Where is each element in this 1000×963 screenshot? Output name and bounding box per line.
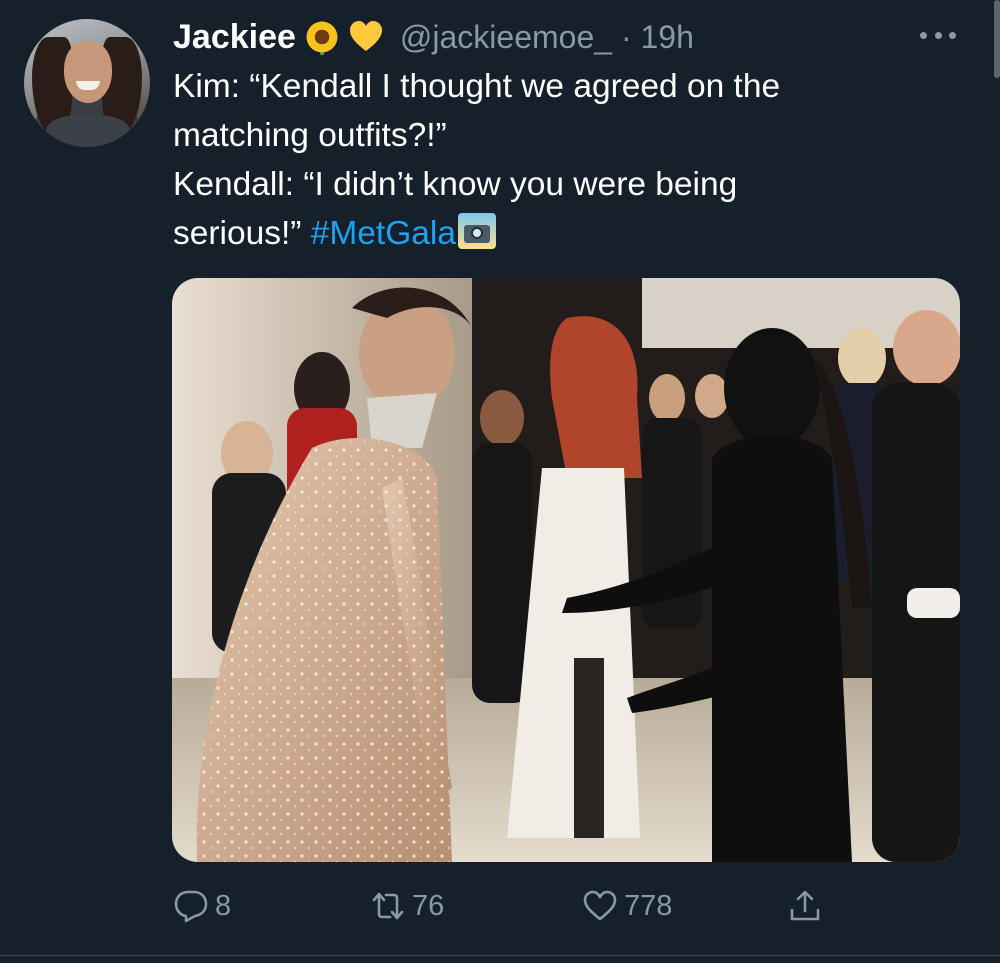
scrollbar[interactable] <box>994 0 1000 78</box>
display-name[interactable]: Jackiee <box>173 18 296 57</box>
tweet-header: Jackiee @jackieemoe_ · 19h <box>173 14 694 60</box>
sunflower-icon <box>303 19 340 55</box>
avatar-face <box>64 41 112 103</box>
handle[interactable]: @jackieemoe_ · 19h <box>400 19 694 56</box>
reply-icon <box>174 890 208 923</box>
tweet-text-line-last: serious!” #MetGala <box>173 209 953 258</box>
heart-icon <box>583 890 617 921</box>
avatar[interactable] <box>24 19 150 147</box>
tweet-text-line: Kim: “Kendall I thought we agreed on the <box>173 68 781 105</box>
retweet-icon <box>372 892 404 920</box>
yellow-heart-icon <box>348 19 384 55</box>
retweet-count: 76 <box>412 889 445 922</box>
tweet-text-line: Kendall: “I didn’t know you were being <box>173 166 738 203</box>
tweet-actions: 8 76 778 <box>0 882 1000 930</box>
share-icon <box>790 890 820 921</box>
handle-text[interactable]: @jackieemoe_ <box>400 19 612 55</box>
photo-illustration <box>172 278 960 862</box>
tweet-text-line: matching outfits?!” <box>173 117 447 154</box>
meta-separator: · <box>612 18 641 55</box>
timestamp[interactable]: 19h <box>640 19 693 55</box>
tweet-text-fragment: serious!” <box>173 215 311 252</box>
like-count: 778 <box>624 889 673 922</box>
hashtag-link[interactable]: #MetGala <box>311 215 456 252</box>
like-button[interactable]: 778 <box>582 882 672 930</box>
reply-button[interactable]: 8 <box>173 882 231 930</box>
tweet[interactable]: Jackiee @jackieemoe_ · 19h Kim: “Kendall… <box>0 0 1000 963</box>
retweet-button[interactable]: 76 <box>370 882 444 930</box>
tweet-photo[interactable] <box>172 278 960 862</box>
reply-count: 8 <box>215 889 232 922</box>
more-options-icon[interactable] <box>920 20 956 50</box>
camera-flash-icon <box>458 213 497 249</box>
share-button[interactable] <box>787 882 829 930</box>
divider <box>0 955 1000 956</box>
tweet-text: Kim: “Kendall I thought we agreed on the… <box>173 62 953 258</box>
avatar-shirt <box>46 115 130 147</box>
